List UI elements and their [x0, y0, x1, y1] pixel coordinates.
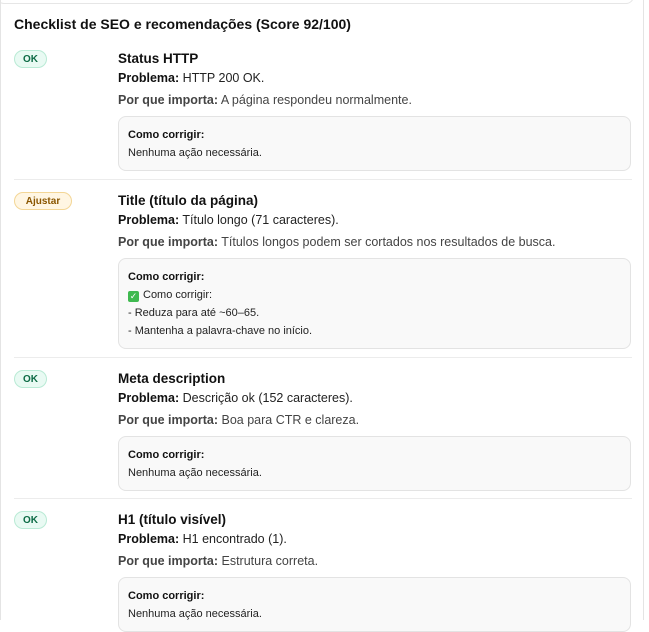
- item-title: Meta description: [118, 371, 226, 386]
- fix-box: Como corrigir: Nenhuma ação necessária.: [118, 577, 631, 632]
- fix-line: Nenhuma ação necessária.: [128, 608, 262, 620]
- status-badge-ok: OK: [14, 50, 47, 68]
- item-problem: Problema: HTTP 200 OK.: [118, 71, 265, 85]
- item-divider: [14, 357, 632, 358]
- item-content: Meta description Problema: Descrição ok …: [118, 370, 633, 491]
- item-title: H1 (título visível): [118, 512, 227, 527]
- item-content: Status HTTP Problema: HTTP 200 OK. Por q…: [118, 50, 633, 171]
- item-why: Por que importa: A página respondeu norm…: [118, 93, 412, 107]
- item-content: Title (título da página) Problema: Títul…: [118, 192, 633, 349]
- status-badge-ok: OK: [14, 370, 47, 388]
- fix-label: Como corrigir:: [128, 590, 205, 602]
- item-why: Por que importa: Boa para CTR e clareza.: [118, 413, 360, 427]
- fix-line: ✓ Como corrigir:: [128, 289, 213, 302]
- item-problem: Problema: Descrição ok (152 caracteres).: [118, 391, 353, 405]
- check-mark-icon: ✓: [128, 291, 139, 302]
- item-problem: Problema: H1 encontrado (1).: [118, 532, 287, 546]
- item-divider: [14, 498, 632, 499]
- item-title: Title (título da página): [118, 193, 258, 208]
- item-divider: [14, 179, 632, 180]
- fix-label: Como corrigir:: [128, 129, 205, 141]
- item-why: Por que importa: Estrutura correta.: [118, 554, 319, 568]
- fix-line: Nenhuma ação necessária.: [128, 147, 262, 159]
- fix-line: - Mantenha a palavra-chave no início.: [128, 325, 313, 337]
- fix-line: - Reduza para até ~60–65.: [128, 307, 260, 319]
- status-badge-adjust: Ajustar: [14, 192, 72, 210]
- checklist-heading: Checklist de SEO e recomendações (Score …: [14, 16, 351, 32]
- item-why: Por que importa: Títulos longos podem se…: [118, 235, 556, 249]
- item-problem: Problema: Título longo (71 caracteres).: [118, 213, 339, 227]
- fix-label: Como corrigir:: [128, 271, 205, 283]
- item-content: H1 (título visível) Problema: H1 encontr…: [118, 511, 633, 632]
- item-title: Status HTTP: [118, 51, 199, 66]
- fix-line: Nenhuma ação necessária.: [128, 467, 262, 479]
- fix-box: Como corrigir: Nenhuma ação necessária.: [118, 116, 631, 171]
- status-badge-ok: OK: [14, 511, 47, 529]
- fix-box: Como corrigir: Nenhuma ação necessária.: [118, 436, 631, 491]
- fix-label: Como corrigir:: [128, 449, 205, 461]
- fix-box: Como corrigir: ✓ Como corrigir: - Reduza …: [118, 258, 631, 349]
